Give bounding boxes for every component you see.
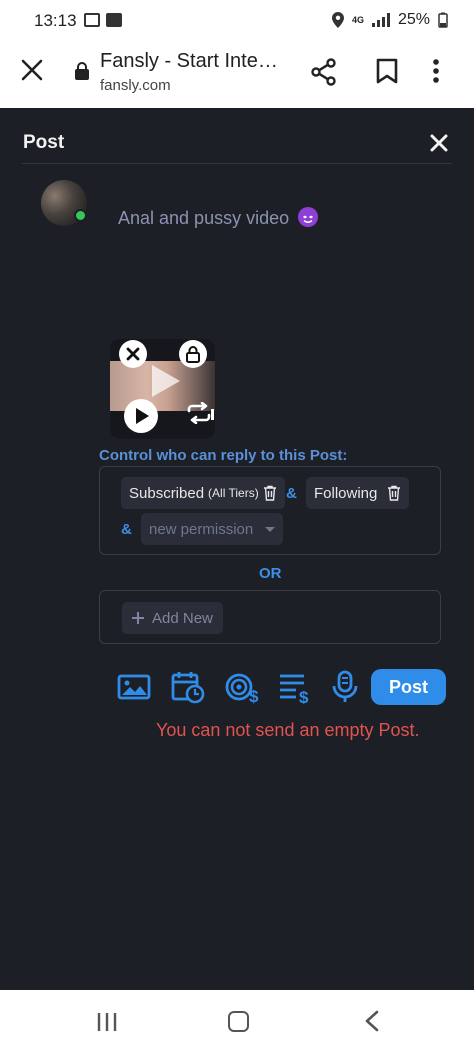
play-icon[interactable] (124, 399, 158, 433)
home-icon[interactable] (228, 1011, 249, 1032)
post-text: Anal and pussy video (118, 208, 290, 228)
reply-permission-group: Subscribed (All Tiers) & Following & new… (99, 466, 441, 555)
repeat-icon[interactable] (186, 402, 216, 424)
and-separator: & (121, 521, 132, 538)
status-bar: 13:13 4G 25% (0, 0, 474, 44)
devil-emoji-icon (298, 207, 319, 227)
system-nav-bar (0, 990, 474, 1053)
close-icon[interactable] (20, 58, 44, 82)
signal-icon (371, 13, 390, 27)
network-type: 4G (351, 15, 364, 25)
browser-toolbar: Fansly - Start Inte… fansly.com (0, 44, 474, 108)
post-button[interactable]: Post (371, 669, 446, 705)
svg-text:$: $ (249, 687, 259, 704)
add-permission-group: Add New (99, 590, 441, 644)
header-divider (22, 163, 452, 164)
notification-icon (106, 13, 122, 27)
chevron-down-icon (265, 526, 276, 532)
permission-chip-following[interactable]: Following (306, 477, 410, 509)
share-icon[interactable] (310, 58, 338, 86)
page-url[interactable]: fansly.com (100, 77, 171, 94)
play-overlay-icon (152, 365, 180, 397)
back-icon[interactable] (362, 1010, 382, 1032)
status-right: 4G 25% (331, 11, 448, 29)
trash-icon[interactable] (387, 485, 401, 501)
permission-label: Following (314, 484, 378, 502)
svg-text:$: $ (299, 688, 309, 704)
voicemail-icon (84, 13, 100, 27)
permission-sublabel: (All Tiers) (208, 486, 259, 500)
location-icon (331, 12, 344, 28)
post-text-input[interactable]: Anal and pussy video (118, 207, 319, 229)
reply-permission-label: Control who can reply to this Post: (99, 447, 348, 464)
bookmark-icon[interactable] (376, 58, 398, 84)
permission-chip-subscribed[interactable]: Subscribed (All Tiers) (121, 477, 285, 509)
compose-panel: Post Anal and pussy video Control who ca… (0, 108, 474, 990)
more-vert-icon[interactable] (432, 58, 440, 84)
add-new-label: Add New (152, 609, 213, 627)
lock-icon[interactable] (74, 62, 90, 80)
schedule-icon[interactable] (171, 670, 205, 704)
media-lock-icon[interactable] (179, 340, 207, 368)
microphone-icon[interactable] (328, 670, 362, 704)
error-message: You can not send an empty Post. (156, 720, 420, 740)
battery-percent: 25% (397, 11, 430, 28)
add-new-button[interactable]: Add New (122, 602, 223, 634)
permission-label: Subscribed (129, 484, 205, 502)
plus-icon (132, 612, 144, 624)
compose-title: Post (23, 132, 65, 153)
price-list-icon[interactable]: $ (278, 670, 312, 704)
battery-icon (438, 12, 448, 28)
and-separator: & (286, 485, 297, 502)
new-permission-select[interactable]: new permission (141, 513, 284, 545)
new-permission-placeholder: new permission (149, 520, 254, 538)
online-status-dot (74, 209, 87, 222)
image-icon[interactable] (117, 670, 151, 704)
recents-icon[interactable] (96, 1012, 118, 1032)
page-title: Fansly - Start Inte… (100, 50, 278, 72)
tip-goal-icon[interactable]: $ (225, 670, 259, 704)
notification-icons (84, 13, 122, 27)
status-time: 13:13 (34, 11, 77, 30)
trash-icon[interactable] (263, 485, 277, 501)
remove-media-icon[interactable] (119, 340, 147, 368)
close-compose-icon[interactable] (428, 132, 450, 154)
or-separator: OR (259, 565, 282, 582)
